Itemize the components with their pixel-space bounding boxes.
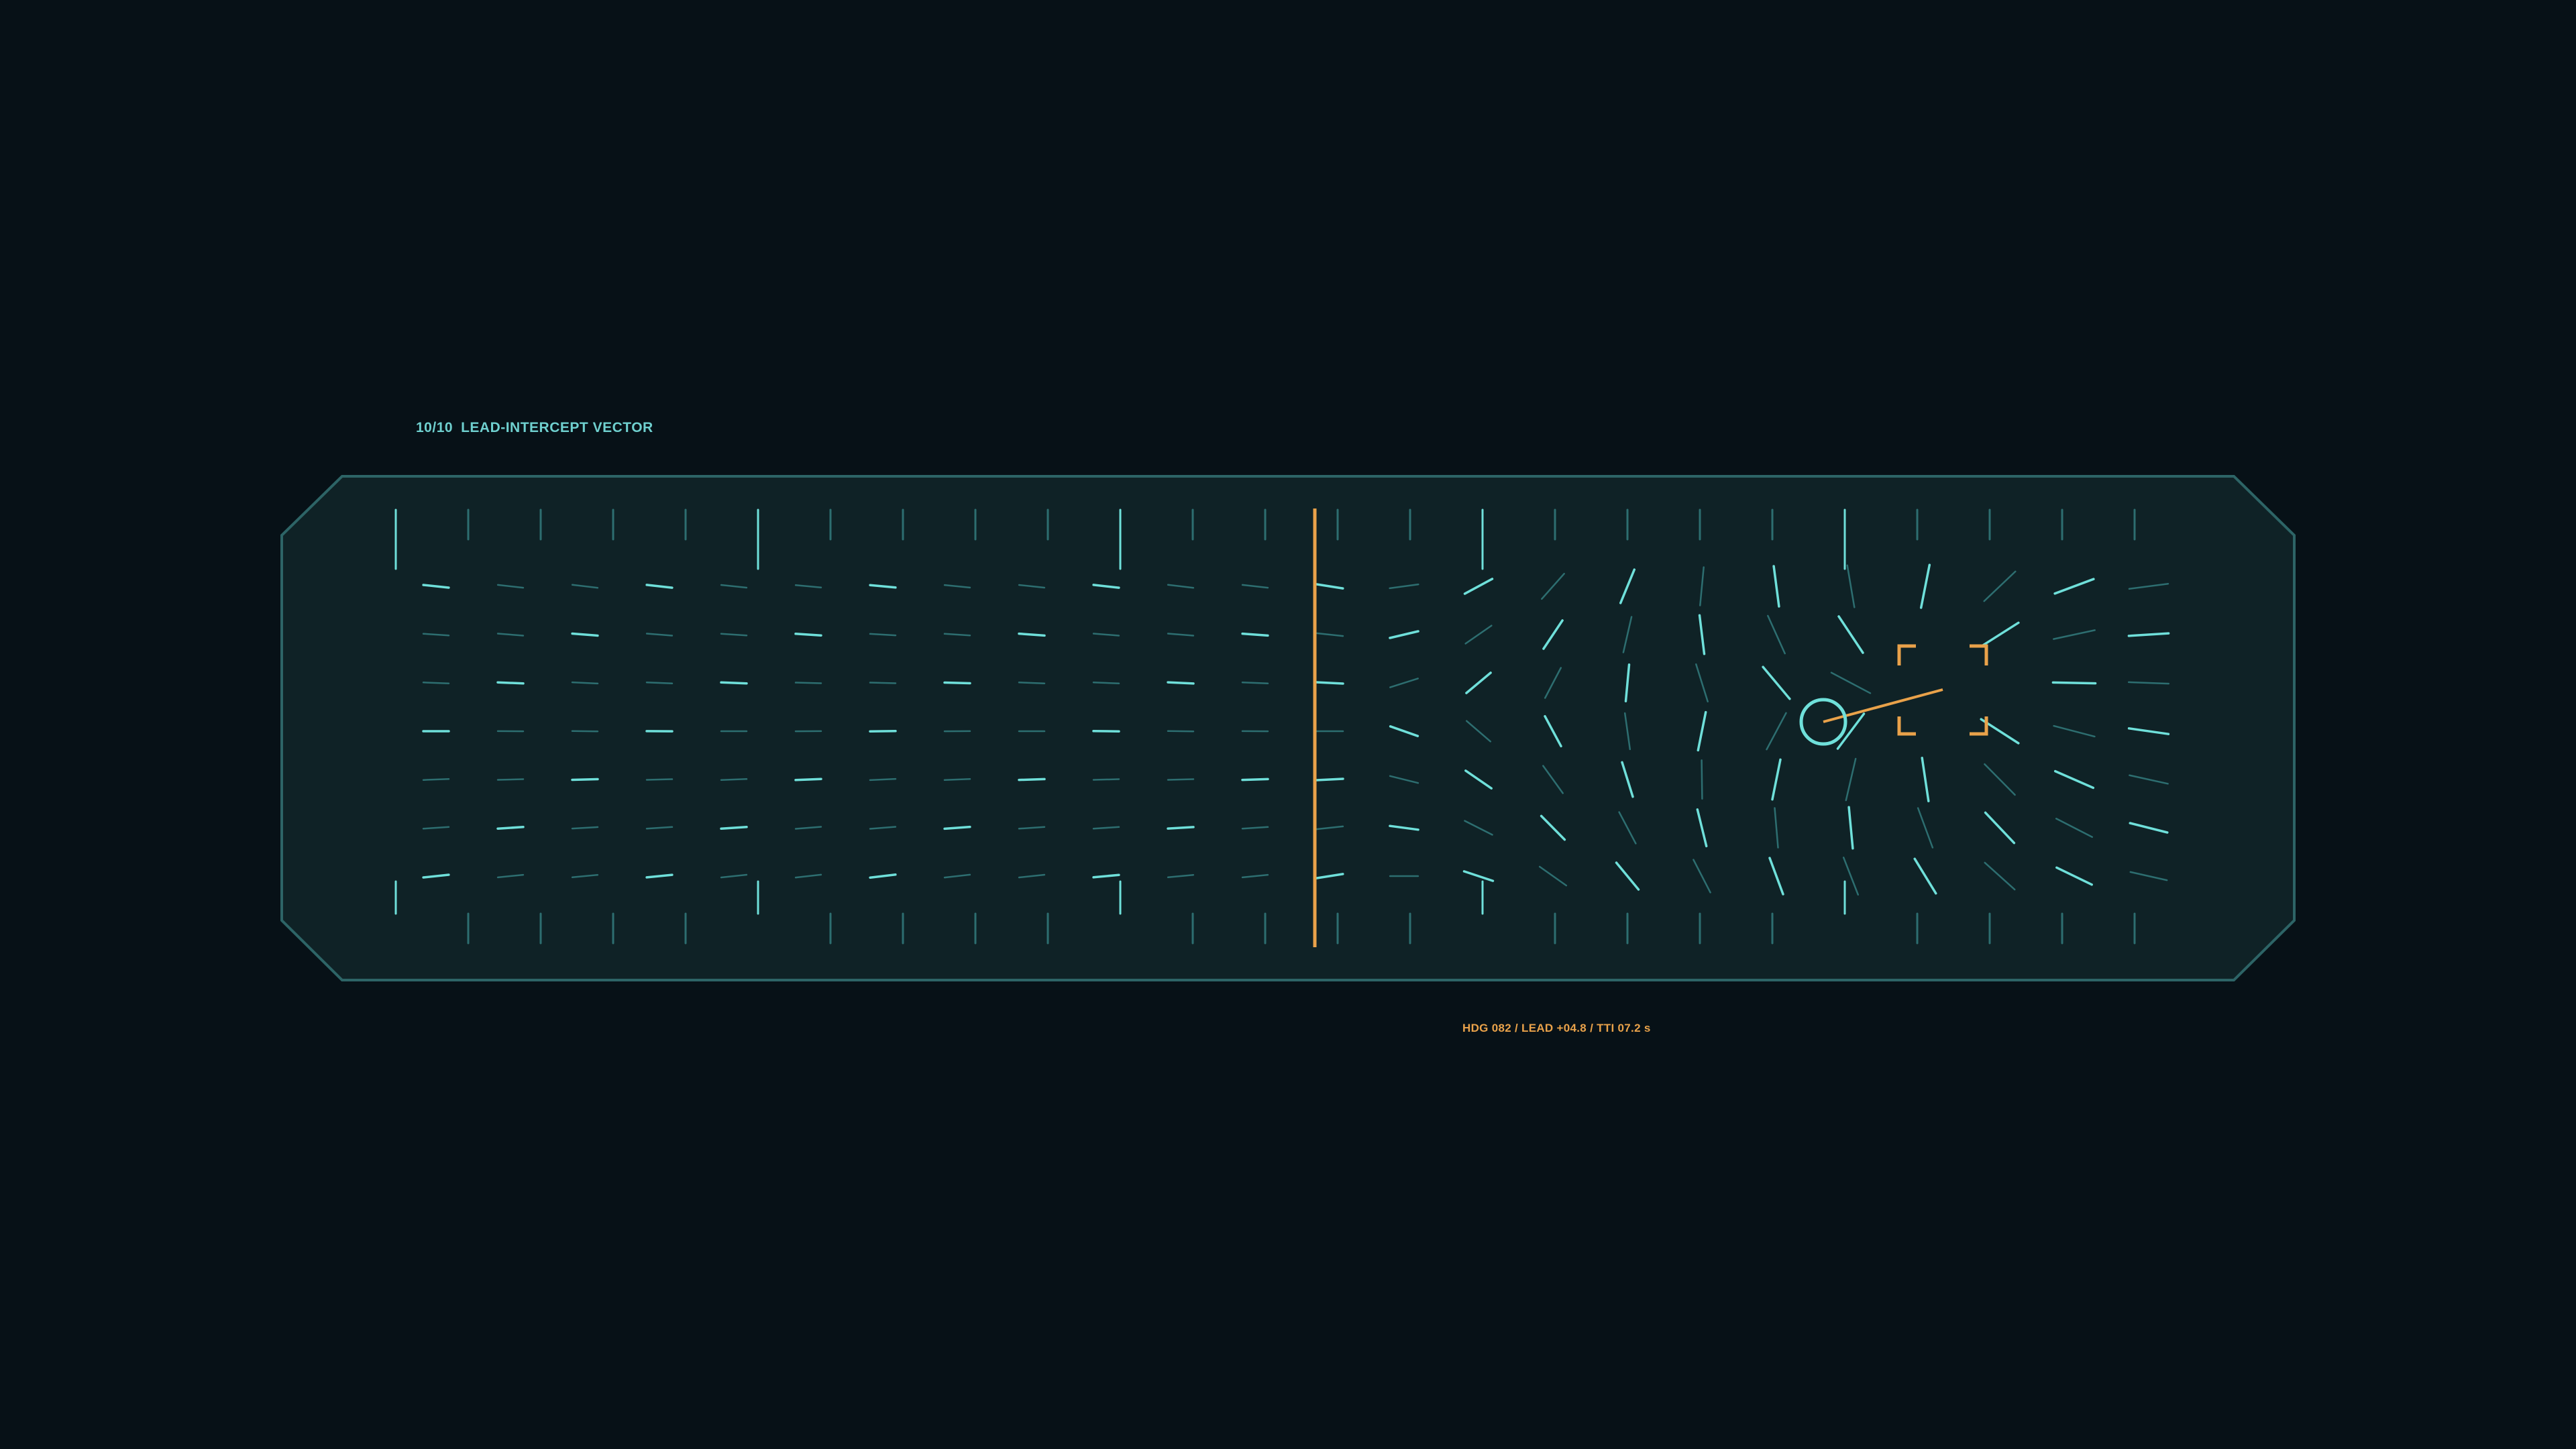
field-vector [2051,681,2097,685]
field-vector [496,826,525,830]
field-vector [1701,759,1703,800]
field-vector [794,633,822,637]
field-vector [1018,777,1046,782]
field-vector [1241,777,1269,782]
field-vector [422,778,450,781]
field-vector [720,778,748,781]
field-vector [720,681,748,685]
field-vector [1315,777,1344,782]
field-vector [943,681,971,685]
field-vector [645,681,674,685]
field-vector [1167,681,1195,685]
field-vector [496,681,525,685]
field-vector [794,777,822,782]
field-vector [1167,826,1195,830]
field-vector [1315,681,1344,685]
field-vector [943,777,971,782]
field-vector [1018,682,1046,684]
field-vector [422,682,450,684]
field-vector [1241,681,1269,685]
hud-display: 10/10 LEAD-INTERCEPT VECTOR HDG 082 / LEA… [0,0,2576,1449]
vector-field-panel [280,475,2296,981]
panel-frame [280,475,2296,981]
intercept-readout: HDG 082 / LEAD +04.8 / TTI 07.2 s [1462,1022,1651,1034]
field-vector [794,682,822,684]
field-vector [1092,681,1120,685]
field-vector [869,682,897,684]
